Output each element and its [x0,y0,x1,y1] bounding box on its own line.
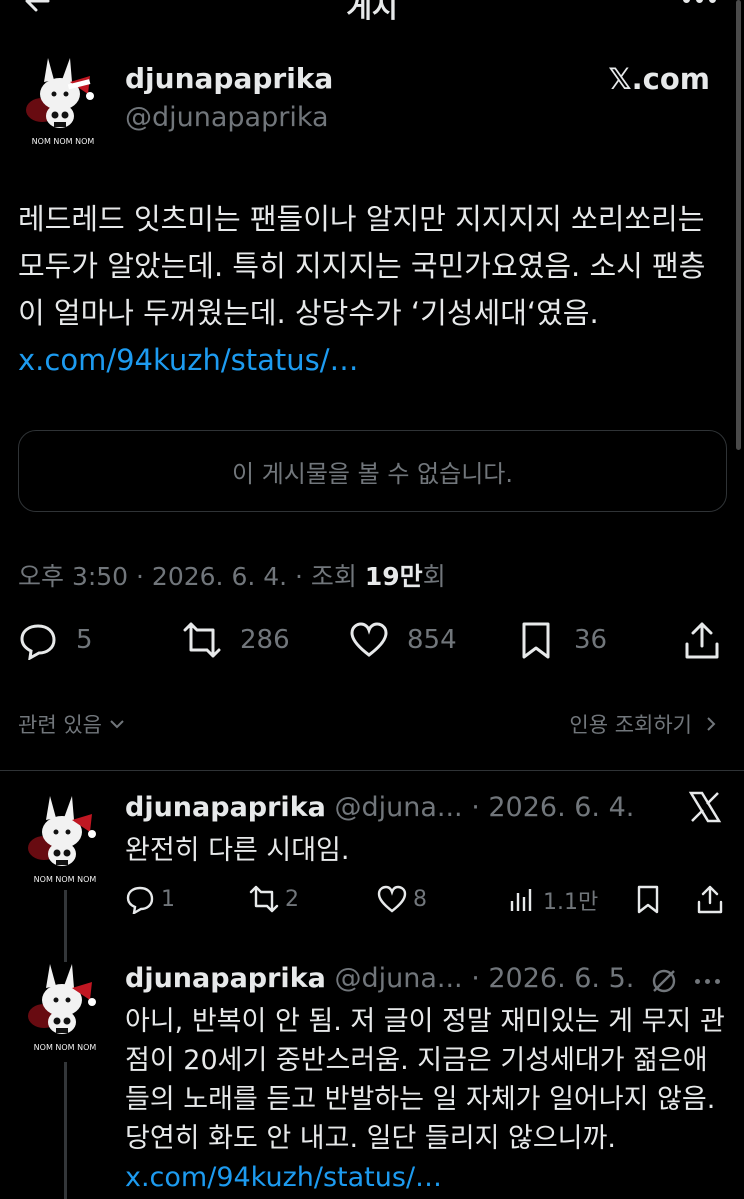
reply-button[interactable]: 5 [18,620,93,660]
reply-header: djunapaprika @djuna... · 2026. 6. 4. [125,792,634,823]
reply-text: 완전히 다른 시대임. [125,835,350,866]
heart-icon [377,885,407,913]
avatar-caption: NOM NOM NOM [34,1043,97,1052]
avatar[interactable]: NOM NOM NOM [20,790,110,886]
bookmark-button[interactable] [633,884,663,914]
bookmark-count: 36 [574,625,608,655]
post-text: 레드레드 잇츠미는 팬들이나 알지만 지지지지 쏘리쏘리는 모두가 알았는데. … [18,202,706,377]
share-icon [697,885,723,914]
reply-text: 아니, 반복이 안 됨. 저 글이 정말 재미있는 게 무지 관점이 20세기 … [125,1006,725,1193]
author-name[interactable]: djunapaprika [125,963,326,994]
more-options-icon[interactable] [695,979,720,984]
repost-icon [249,885,279,913]
share-icon [685,622,719,659]
edited-icon [652,969,676,993]
chevron-down-icon [110,720,124,729]
thread-line [64,1062,67,1199]
avatar-caption: NOM NOM NOM [34,875,97,884]
chevron-right-icon [707,717,716,731]
reply-header: djunapaprika @djuna... · 2026. 6. 5. [125,963,634,994]
bookmark-icon [637,885,659,914]
more-options-icon[interactable] [683,0,716,3]
view-quotes-link[interactable]: 인용 조회하기 [569,709,720,739]
reply-icon [20,624,56,660]
unavailable-quote-card: 이 게시물을 볼 수 없습니다. [18,430,727,512]
like-button[interactable]: 854 [349,620,457,660]
repost-button[interactable]: 2 [249,884,299,914]
share-button[interactable] [682,620,722,660]
reply-actions: 1 2 8 1.1만 [125,884,730,920]
like-count: 854 [407,625,457,655]
reply-count: 5 [76,625,93,655]
page-title: 게시 [346,0,398,24]
repost-icon [183,622,221,658]
related-toggle[interactable]: 관련 있음 [18,709,126,739]
share-button[interactable] [695,884,725,914]
post-actions: 5 286 854 36 [0,620,744,670]
reply-icon [126,886,154,914]
bookmark-icon [522,622,550,659]
like-button[interactable]: 8 [377,884,427,914]
avatar[interactable]: NOM NOM NOM [18,52,108,148]
source-label: 𝕏.com [608,62,710,96]
top-bar: 게시 [0,0,744,30]
author-name[interactable]: djunapaprika [125,792,326,823]
thread-line [64,890,67,962]
reply-button[interactable]: 1 [125,884,175,914]
handle-date[interactable]: @djuna... · 2026. 6. 4. [334,792,634,823]
view-count: 19만 [364,562,423,591]
handle-date[interactable]: @djuna... · 2026. 6. 5. [334,963,634,994]
post-link[interactable]: x.com/94kuzh/status/… [18,343,359,377]
divider [0,770,744,771]
x-logo-icon [688,791,722,823]
views-icon [510,889,532,911]
reply-link[interactable]: x.com/94kuzh/status/… [125,1162,442,1193]
heart-icon [350,622,388,657]
author-handle[interactable]: @djunapaprika [125,102,329,133]
repost-count: 286 [240,625,290,655]
scrollbar[interactable] [736,0,741,450]
author-name[interactable]: djunapaprika [125,62,333,95]
post-meta: 오후 3:50 · 2026. 6. 4. · 조회 19만회 [18,562,446,591]
bookmark-button[interactable]: 36 [516,620,607,660]
views-button[interactable]: 1.1만 [507,884,598,916]
avatar-caption: NOM NOM NOM [32,137,95,146]
avatar[interactable]: NOM NOM NOM [20,958,110,1054]
repost-button[interactable]: 286 [182,620,290,660]
